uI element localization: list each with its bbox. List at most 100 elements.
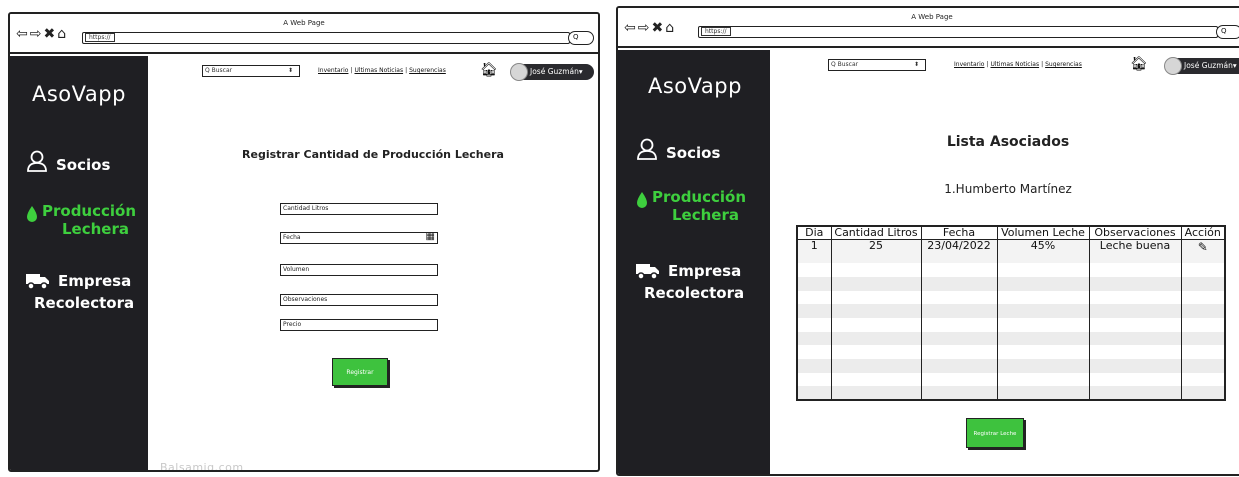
table-cell-empty — [1088, 358, 1182, 373]
precio-field[interactable]: Precio — [280, 319, 438, 331]
table-cell-empty — [1088, 276, 1182, 291]
table-cell-empty — [996, 263, 1090, 277]
table-cell-empty — [996, 290, 1090, 305]
url-bar[interactable]: https:// — [698, 26, 1218, 38]
table-cell-empty — [830, 386, 922, 400]
home-icon[interactable]: 🏠︎ — [480, 63, 498, 77]
home-outline-icon[interactable]: ⌂ — [665, 21, 675, 35]
forward-arrow-icon[interactable]: ⇨ — [30, 27, 43, 41]
col-header-observaciones[interactable]: Observaciones — [1088, 226, 1182, 240]
url-text: https:// — [701, 27, 731, 36]
top-nav: Q Buscar ⬍ Inventario | Ultimas Noticias | Su… — [202, 63, 594, 81]
sidebar-item-label: Empresa — [58, 272, 132, 290]
table-cell-empty — [830, 331, 922, 346]
col-header-volumen-leche[interactable]: Volumen Leche — [996, 226, 1090, 240]
link-sugerencias[interactable]: Sugerencias — [409, 67, 446, 74]
link-sugerencias[interactable]: Sugerencias — [1045, 61, 1082, 68]
browser-search-pill[interactable]: Q — [1216, 25, 1239, 39]
table-cell-empty — [920, 317, 998, 332]
table-cell-empty — [796, 263, 832, 277]
col-header-accion[interactable]: Acción — [1180, 226, 1226, 240]
forward-arrow-icon[interactable]: ⇨ — [638, 21, 651, 35]
table-cell-empty — [996, 317, 1090, 332]
table-cell-empty — [1088, 317, 1182, 332]
link-ultimas-noticias[interactable]: Ultimas Noticias — [354, 67, 403, 74]
window-title: A Web Page — [283, 19, 325, 27]
table-row-empty — [796, 317, 1226, 332]
search-input[interactable]: Q Buscar ⬍ — [828, 59, 926, 71]
link-inventario[interactable]: Inventario — [318, 67, 348, 74]
table-cell-empty — [1180, 304, 1226, 318]
sidebar: AsoVapp Socios Producción Lechera Empres… — [10, 56, 148, 470]
edit-icon[interactable]: ✎ — [1198, 241, 1208, 253]
sidebar-item-label-line2: Lechera — [62, 220, 129, 238]
table-cell-empty — [1088, 331, 1182, 346]
table-cell-empty — [796, 290, 832, 305]
browser-nav-icons: ⇦⇨✖⌂ — [16, 27, 68, 41]
table-cell-empty — [830, 358, 922, 373]
table-cell-empty — [920, 345, 998, 359]
link-inventario[interactable]: Inventario — [954, 61, 984, 68]
home-outline-icon[interactable]: ⌂ — [57, 27, 67, 41]
browser-titlebar: A Web Page ⇦⇨✖⌂ https:// Q — [10, 14, 598, 54]
table-cell-empty — [920, 290, 998, 305]
table-cell-empty — [920, 372, 998, 387]
volumen-field[interactable]: Volumen — [280, 264, 438, 276]
table-row-empty — [796, 372, 1226, 387]
table-cell-empty — [796, 358, 832, 373]
fecha-field[interactable]: Fecha ▦ — [280, 231, 438, 244]
table-cell-empty — [1180, 358, 1226, 373]
table-cell-empty — [1180, 372, 1226, 387]
table-cell-empty — [830, 345, 922, 359]
cell-fecha: 23/04/2022 — [920, 239, 998, 264]
table-cell-empty — [1180, 345, 1226, 359]
col-header-cantidad-litros[interactable]: Cantidad Litros — [830, 226, 922, 240]
col-header-fecha[interactable]: Fecha — [920, 226, 998, 240]
table-body: 1 25 23/04/2022 45% Leche buena ✎ — [796, 239, 1226, 400]
back-arrow-icon[interactable]: ⇦ — [16, 27, 29, 41]
registrar-leche-button[interactable]: Registrar Leche — [966, 418, 1024, 448]
window-title: A Web Page — [911, 13, 953, 21]
brand-logo: AsoVapp — [32, 82, 126, 106]
table-row[interactable]: 1 25 23/04/2022 45% Leche buena ✎ — [796, 239, 1226, 264]
stop-icon[interactable]: ✖ — [651, 21, 664, 35]
user-outline-icon — [637, 138, 657, 160]
user-menu-button[interactable]: José Guzmán▾ — [510, 63, 594, 81]
back-arrow-icon[interactable]: ⇦ — [624, 21, 637, 35]
table-cell-empty — [1088, 290, 1182, 305]
table-cell-empty — [920, 304, 998, 318]
sidebar: AsoVapp Socios Producción Lechera Empres… — [618, 50, 770, 474]
table-cell-empty — [996, 358, 1090, 373]
table-cell-empty — [830, 317, 922, 332]
table-cell-empty — [1088, 345, 1182, 359]
search-input[interactable]: Q Buscar ⬍ — [202, 65, 300, 77]
table-cell-empty — [830, 263, 922, 277]
search-caret-icon: ⬍ — [287, 67, 293, 74]
cantidad-litros-field[interactable]: Cantidad Litros — [280, 203, 438, 215]
user-menu-button[interactable]: José Guzmán▾ — [1164, 57, 1239, 75]
user-name: José Guzmán▾ — [530, 67, 583, 76]
sidebar-item-label-line2: Recolectora — [644, 284, 745, 302]
table-cell-empty — [1088, 386, 1182, 400]
production-table: Dia Cantidad Litros Fecha Volumen Leche … — [796, 225, 1226, 401]
table-cell-empty — [796, 317, 832, 332]
col-header-dia[interactable]: Dia — [796, 226, 832, 240]
register-window: A Web Page ⇦⇨✖⌂ https:// Q AsoVapp Socio… — [8, 12, 600, 472]
table-cell-empty — [796, 276, 832, 291]
sidebar-item-label-line2: Lechera — [672, 206, 739, 224]
table-cell-empty — [796, 304, 832, 318]
observaciones-field[interactable]: Observaciones — [280, 294, 438, 306]
calendar-icon[interactable]: ▦ — [426, 231, 435, 243]
home-icon[interactable]: 🏠︎ — [1130, 57, 1148, 71]
browser-search-pill[interactable]: Q — [568, 31, 594, 45]
url-bar[interactable]: https:// — [82, 32, 570, 44]
table-cell-empty — [1180, 276, 1226, 291]
link-ultimas-noticias[interactable]: Ultimas Noticias — [990, 61, 1039, 68]
sidebar-item-label: Socios — [56, 156, 111, 174]
registrar-button[interactable]: Registrar — [332, 358, 388, 386]
table-cell-empty — [996, 276, 1090, 291]
watermark: Balsamiq.com — [160, 461, 244, 472]
stop-icon[interactable]: ✖ — [43, 27, 56, 41]
cell-accion: ✎ — [1180, 239, 1226, 264]
table-row-empty — [796, 386, 1226, 400]
